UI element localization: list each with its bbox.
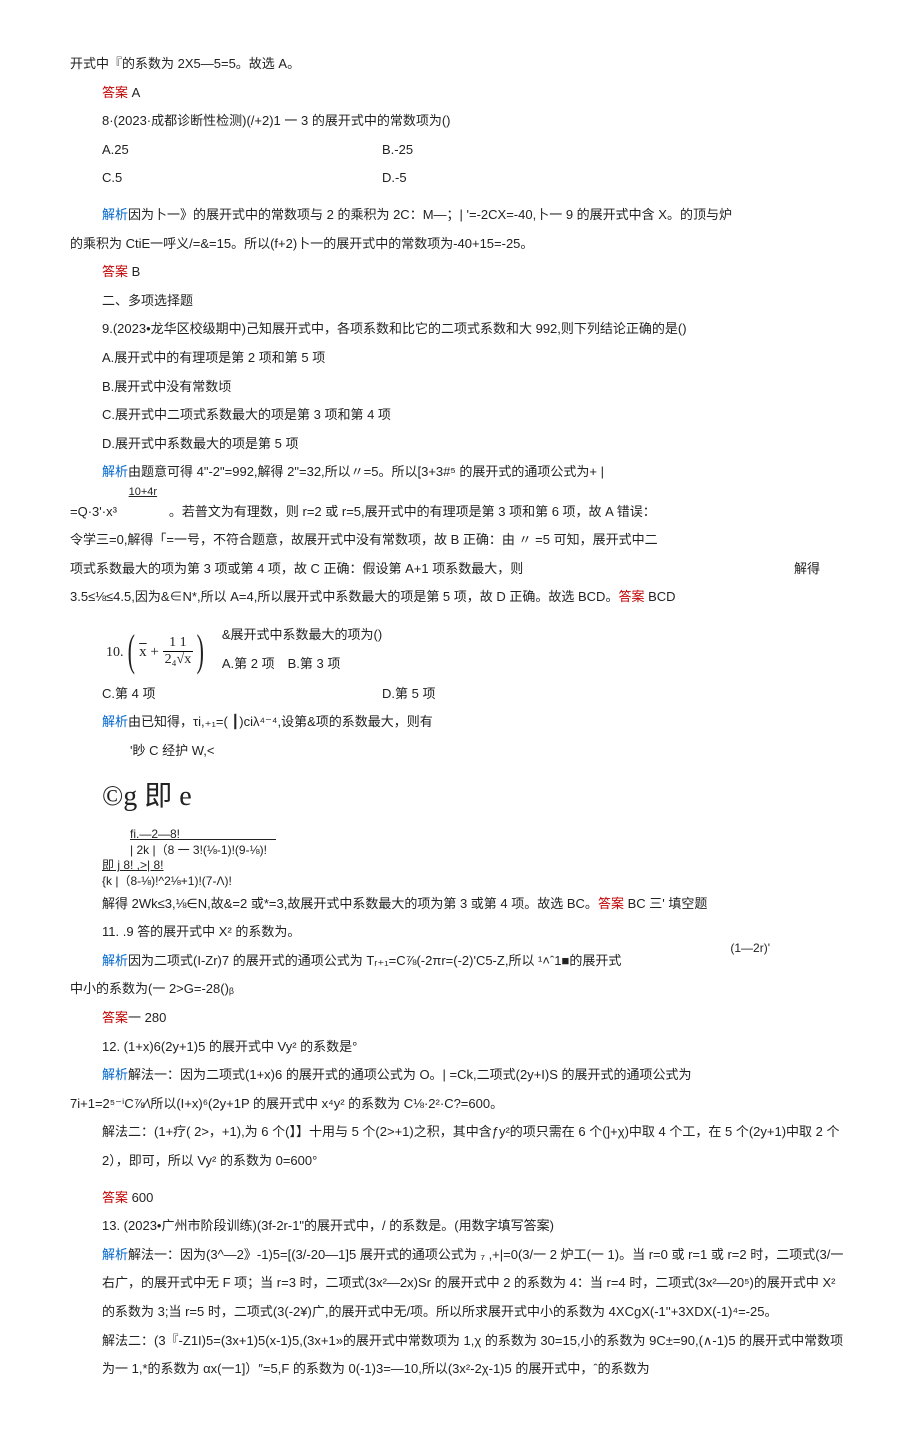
option-a: A.25	[102, 136, 382, 165]
text-line: 3.5≤⅛≤4.5,因为&∈N*,所以 A=4,所以展开式中系数最大的项是第 5…	[70, 583, 850, 612]
option-d: D.第 5 项	[382, 680, 662, 709]
option-a: A.展开式中的有理项是第 2 项和第 5 项	[70, 344, 850, 373]
answer-line: 答案一 280	[70, 1004, 850, 1033]
text-fragment: 解得	[794, 555, 820, 584]
analysis-text: 解法一：因为二项式(1+x)6 的展开式的通项公式为 O。| =Ck,二项式(2…	[128, 1067, 692, 1082]
analysis-label: 解析	[102, 464, 128, 479]
answer-value: B	[132, 264, 141, 279]
formula-block: 10.(x + 1 12₄√x)	[102, 620, 212, 680]
text-fragment: 3.5≤⅛≤4.5,因为&∈N*,所以 A=4,所以展开式中系数最大的项是第 5…	[70, 589, 618, 604]
analysis-label: 解析	[102, 207, 128, 222]
analysis-label: 解析	[102, 714, 128, 729]
question-12: 12. (1+x)6(2y+1)5 的展开式中 Vy² 的系数是°	[70, 1033, 850, 1062]
analysis-line: 解析解法一：因为二项式(1+x)6 的展开式的通项公式为 O。| =Ck,二项式…	[70, 1061, 850, 1090]
text-line: 的乘积为 CtiE一呼义/=&=15。所以(f+2)卜一的展开式中的常数项为-4…	[70, 230, 850, 259]
text-fragment: BC 三' 填空题	[628, 896, 708, 911]
text-line: 解法二：(3『-Z1I)5=(3x+1)5(x-1)5,(3x+1»的展开式中常…	[70, 1327, 850, 1384]
superscript-fragment: 10+4r	[129, 486, 157, 498]
question-9: 9.(2023•龙华区校级期中)己知展开式中，各项系数和比它的二项式系数和大 9…	[70, 315, 850, 344]
answer-line: 答案 A	[70, 79, 850, 108]
analysis-label: 解析	[102, 1067, 128, 1082]
answer-line: 答案 600	[70, 1184, 850, 1213]
option-d: D.展开式中系数最大的项是第 5 项	[70, 430, 850, 459]
option-d: D.-5	[382, 164, 662, 193]
formula-block: fi.—2—8! | 2k |（8 一 3!(⅛-1)!(9-⅛)!	[70, 827, 850, 858]
formula-line: | 2k |（8 一 3!(⅛-1)!(9-⅛)!	[130, 843, 850, 859]
analysis-line: (1—2r)' 解析因为二项式(I-Zr)7 的展开式的通项公式为 Tᵣ₊₁=C…	[70, 947, 850, 976]
answer-value: A	[132, 85, 141, 100]
answer-label: 答案	[102, 85, 132, 100]
options-row: C.5 D.-5	[70, 164, 850, 193]
answer-label: 答案	[618, 589, 648, 604]
question-text: &展开式中系数最大的项为()	[222, 621, 382, 650]
formula-line: {k |（8-⅛)!^2⅛+1)!(7-Λ)!	[102, 874, 850, 890]
analysis-text: 因为二项式(I-Zr)7 的展开式的通项公式为 Tᵣ₊₁=C⅞(-2πr=(-2…	[128, 953, 621, 968]
text-line: 解法二：(1+疗( 2>，+1),为 6 个(】】十用与 5 个(2>+1)之积…	[70, 1118, 850, 1175]
fraction-denominator: 2₄√x	[163, 652, 194, 667]
text-line: 7i+1=2⁵⁻ⁱC⅞⁄\所以(I+x)⁶(2y+1P 的展开式中 x⁴y² 的…	[70, 1090, 850, 1119]
formula-block: 即 j 8! ,>| 8! {k |（8-⅛)!^2⅛+1)!(7-Λ)!	[70, 858, 850, 889]
options-row: C.第 4 项 D.第 5 项	[70, 680, 850, 709]
formula-line: 即 j 8! ,>| 8!	[102, 858, 850, 874]
question-13: 13. (2023•广州市阶段训练)(3f-2r-1"的展开式中，/ 的系数是。…	[70, 1212, 850, 1241]
formula-line: ©g 即 e	[70, 766, 850, 828]
answer-label: 答案	[598, 896, 628, 911]
option-b: B.展开式中没有常数顷	[70, 373, 850, 402]
text-line: =Q·3'·x³ 。若普文为有理数，则 r=2 或 r=5,展开式中的有理项是第…	[70, 498, 850, 527]
section-heading: 二、多项选择题	[70, 287, 850, 316]
question-10: 10.(x + 1 12₄√x) &展开式中系数最大的项为() A.第 2 项 …	[70, 620, 850, 680]
sqrt-x: x	[138, 636, 147, 669]
analysis-line: 解析解法一：因为(3^—2》-1)5=[(3/-20—1]5 展开式的通项公式为…	[70, 1241, 850, 1327]
answer-value: 一 280	[128, 1010, 166, 1025]
formula-line: fi.—2—8!	[130, 827, 850, 843]
options-row: A.25 B.-25	[70, 136, 850, 165]
options-inline: A.第 2 项 B.第 3 项	[222, 650, 382, 679]
text-line: 解得 2Wk≤3,⅛∈N,故&=2 或*=3,故展开式中系数最大的项为第 3 或…	[70, 890, 850, 919]
answer-line: 答案 B	[70, 258, 850, 287]
option-b: B.-25	[382, 136, 662, 165]
answer-label: 答案	[102, 1190, 132, 1205]
answer-label: 答案	[102, 1010, 128, 1025]
text-line: 令学三=0,解得「=一号，不符合题意，故展开式中没有常数项，故 B 正确：由 〃…	[70, 526, 850, 555]
fraction-numerator: 1 1	[163, 635, 194, 651]
answer-value: 600	[132, 1190, 154, 1205]
analysis-text: 因为卜一》的展开式中的常数项与 2 的乘积为 2C：M—；| '=-2CX=-4…	[128, 207, 732, 222]
analysis-text: 由已知得，τi,₊₁=( ┃)ciλ⁴⁻⁴,设第&项的系数最大，则有	[128, 714, 433, 729]
answer-value: BCD	[648, 589, 675, 604]
analysis-line: 解析由已知得，τi,₊₁=( ┃)ciλ⁴⁻⁴,设第&项的系数最大，则有	[70, 708, 850, 737]
question-number: 10.	[106, 645, 124, 660]
analysis-text: 由题意可得 4"-2"=992,解得 2"=32,所以〃=5。所以[3+3#⁵ …	[128, 464, 604, 479]
text-line: 中小的系数为(一 2>G=-28()ᵦ	[70, 975, 850, 1004]
option-c: C.5	[102, 164, 382, 193]
question-8: 8·(2023·成都诊断性检测)(/+2)1 一 3 的展开式中的常数项为()	[70, 107, 850, 136]
text-line: 项式系数最大的项为第 3 项或第 4 项，故 C 正确：假设第 A+1 项系数最…	[70, 555, 850, 584]
analysis-label: 解析	[102, 1247, 128, 1262]
text-fragment: 解得 2Wk≤3,⅛∈N,故&=2 或*=3,故展开式中系数最大的项为第 3 或…	[102, 896, 598, 911]
option-c: C.展开式中二项式系数最大的项是第 3 项和第 4 项	[70, 401, 850, 430]
analysis-text: 解法一：因为(3^—2》-1)5=[(3/-20—1]5 展开式的通项公式为 ₇…	[102, 1247, 843, 1319]
analysis-line: 解析因为卜一》的展开式中的常数项与 2 的乘积为 2C：M—；| '=-2CX=…	[70, 201, 850, 230]
analysis-label: 解析	[102, 953, 128, 968]
analysis-line: 解析由题意可得 4"-2"=992,解得 2"=32,所以〃=5。所以[3+3#…	[70, 458, 850, 487]
text-line: '眇 C 经护 W,<	[70, 737, 850, 766]
text-line: 开式中『的系数为 2X5—5=5。故选 A。	[70, 50, 850, 79]
option-c: C.第 4 项	[102, 680, 382, 709]
answer-label: 答案	[102, 264, 132, 279]
text-fragment: 项式系数最大的项为第 3 项或第 4 项，故 C 正确：假设第 A+1 项系数最…	[70, 555, 523, 584]
side-note: (1—2r)'	[730, 935, 770, 961]
